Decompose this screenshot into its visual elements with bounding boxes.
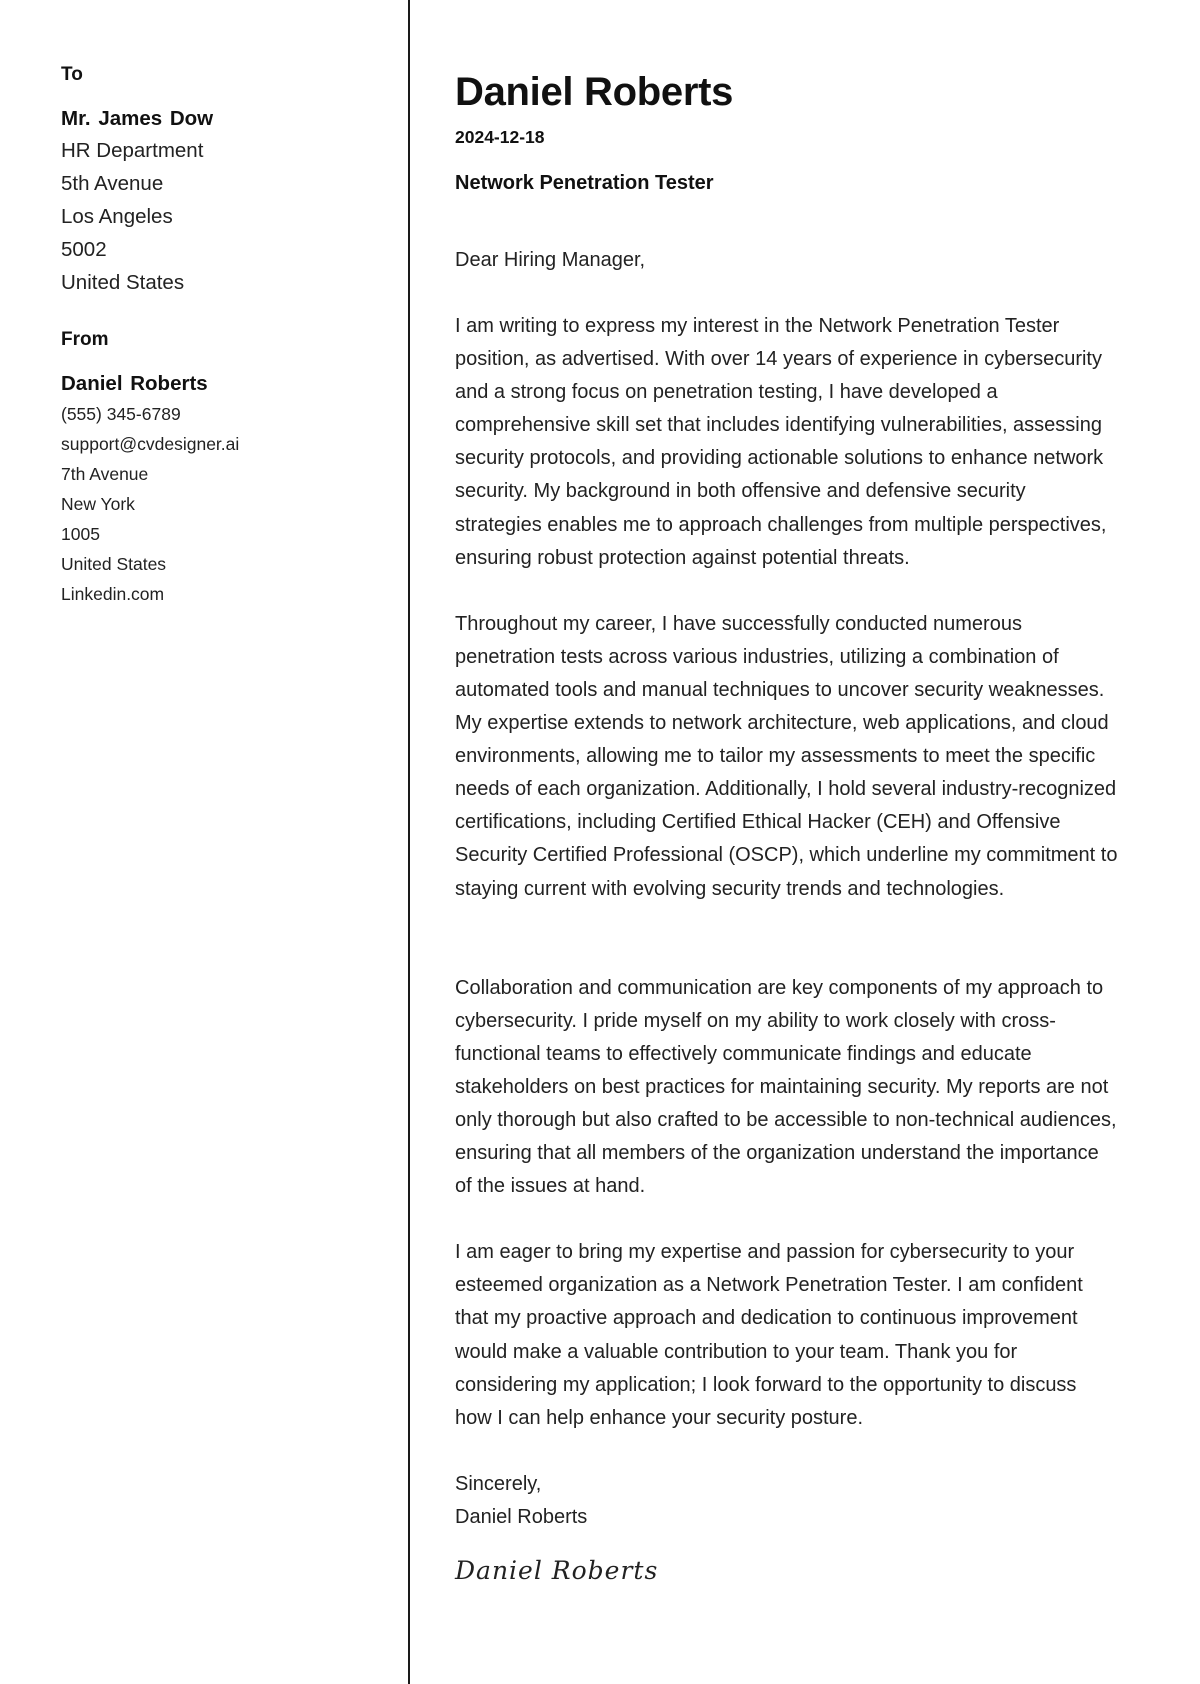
paragraph-line: and a strong focus on penetration testin…: [455, 381, 998, 404]
paragraph-line: I am writing to express my interest in t…: [455, 315, 1060, 337]
paragraph-line: Throughout my career, I have successfull…: [455, 612, 1022, 635]
paragraph-line: I am eager to bring my expertise and pas…: [455, 1241, 1075, 1264]
paragraph-line: Security Certified Professional (OSCP), …: [455, 844, 1118, 867]
closing: Sincerely, Daniel Roberts: [455, 1468, 1175, 1534]
sender-phone: (555) 345-6789: [61, 404, 181, 424]
recipient-city: Los Angeles: [61, 205, 173, 228]
paragraph-line: ensuring robust protection against poten…: [455, 546, 910, 569]
sender-postal-code: 1005: [61, 524, 100, 544]
paragraph-line: functional teams to effectively communic…: [455, 1042, 1032, 1065]
paragraph-line: stakeholders on best practices for maint…: [455, 1075, 1109, 1098]
recipient-street: 5th Avenue: [61, 172, 164, 195]
paragraph-line: strategies enables me to approach challe…: [455, 513, 1107, 536]
sender-city: New York: [61, 494, 135, 514]
recipient-country: United States: [61, 271, 185, 294]
letter-date: 2024-12-18: [455, 127, 545, 147]
recipient-name: Mr. James Dow: [61, 107, 214, 130]
paragraph-line: Collaboration and communication are key …: [455, 976, 1104, 999]
paragraph-line: that my proactive approach and dedicatio…: [455, 1307, 1078, 1330]
sender-linkedin: Linkedin.com: [61, 584, 165, 604]
paragraph-4: I am eager to bring my expertise and pas…: [455, 1236, 1175, 1435]
recipient-heading: To: [61, 64, 83, 85]
sender-country: United States: [61, 554, 167, 574]
paragraph-line: ensuring that all members of the organiz…: [455, 1142, 1099, 1165]
recipient-address: HR Department 5th Avenue Los Angeles 500…: [61, 134, 391, 299]
paragraph-line: certifications, including Certified Ethi…: [455, 811, 1061, 834]
paragraph-line: would make a valuable contribution to yo…: [455, 1340, 1018, 1363]
paragraph-line: cybersecurity. I pride myself on my abil…: [455, 1009, 1056, 1032]
signature: Daniel Roberts: [455, 1555, 659, 1585]
sender-heading: From: [61, 329, 109, 350]
paragraph-1: I am writing to express my interest in t…: [455, 310, 1175, 575]
paragraph-line: staying current with evolving security t…: [455, 877, 1005, 900]
paragraph-line: of the issues at hand.: [455, 1175, 646, 1198]
paragraph-line: My expertise extends to network architec…: [455, 712, 1109, 735]
paragraph-line: security. My background in both offensiv…: [455, 480, 1026, 503]
sender-contact: (555) 345-6789 support@cvdesigner.ai 7th…: [61, 399, 391, 609]
closing-phrase: Sincerely,: [455, 1472, 542, 1495]
paragraph-line: automated tools and manual techniques to…: [455, 678, 1105, 701]
paragraph-line: considering my application; I look forwa…: [455, 1373, 1077, 1396]
paragraph-line: penetration tests across various industr…: [455, 645, 1059, 668]
paragraph-line: esteemed organization as a Network Penet…: [455, 1274, 1083, 1297]
paragraph-line: needs of each organization. Additionally…: [455, 778, 1117, 801]
salutation: Dear Hiring Manager,: [455, 249, 646, 271]
sender-email: support@cvdesigner.ai: [61, 434, 240, 454]
sender-street: 7th Avenue: [61, 464, 149, 484]
paragraph-3: Collaboration and communication are key …: [455, 972, 1175, 1204]
paragraph-line: how I can help enhance your security pos…: [455, 1406, 864, 1429]
paragraph-line: security protocols, and providing action…: [455, 447, 1104, 470]
paragraph-line: environments, allowing me to tailor my a…: [455, 745, 1096, 768]
author-name: Daniel Roberts: [455, 70, 734, 114]
recipient-postal-code: 5002: [61, 238, 107, 261]
sender-name: Daniel Roberts: [61, 372, 208, 395]
position-title: Network Penetration Tester: [455, 172, 714, 194]
closing-name: Daniel Roberts: [455, 1505, 588, 1528]
paragraph-2: Throughout my career, I have successfull…: [455, 608, 1175, 906]
paragraph-line: only thorough but also crafted to be acc…: [455, 1108, 1117, 1131]
recipient-department: HR Department: [61, 139, 204, 162]
paragraph-line: position, as advertised. With over 14 ye…: [455, 348, 1102, 371]
paragraph-line: comprehensive skill set that includes id…: [455, 414, 1102, 437]
column-divider: [408, 0, 410, 1684]
sidebar: To Mr. James Dow HR Department 5th Avenu…: [61, 62, 391, 609]
letter-body: Daniel Roberts 2024-12-18 Network Penetr…: [455, 68, 1175, 1585]
